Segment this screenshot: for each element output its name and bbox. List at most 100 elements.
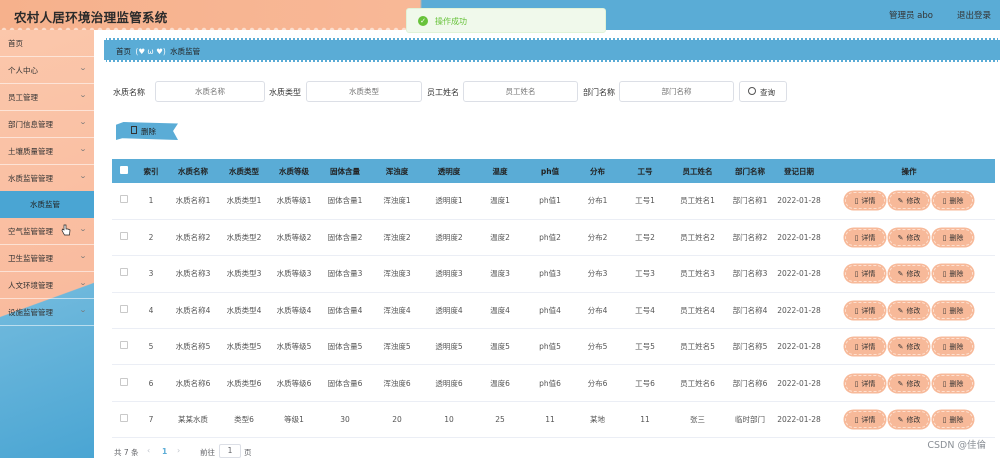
search-button[interactable]: 查询 [739, 81, 787, 102]
table-cell: 浑浊度4 [371, 292, 423, 330]
logout-link[interactable]: 退出登录 [957, 9, 991, 21]
sidebar-item-1[interactable]: 个人中心 ⌄ [0, 57, 94, 84]
edit-button[interactable]: ✎ 修改 [889, 229, 929, 247]
water-type-input[interactable] [306, 81, 422, 102]
table-cell: 温度1 [475, 183, 525, 220]
edit-button[interactable]: ✎ 修改 [889, 338, 929, 356]
detail-button[interactable]: ▯ 详情 [845, 301, 885, 319]
department-input[interactable] [619, 81, 734, 102]
table-cell: 浑浊度5 [371, 328, 423, 366]
table-cell: 2022-01-28 [775, 328, 823, 366]
document-icon: ▯ [854, 234, 859, 243]
detail-button[interactable]: ▯ 详情 [845, 265, 885, 283]
column-header: 透明度 [423, 159, 475, 183]
sidebar-item-6[interactable]: 空气监管管理 ⌄ [0, 218, 94, 245]
delete-button[interactable]: ▯ 删除 [933, 265, 973, 283]
sidebar-item-9[interactable]: 设施监管管理 ⌄ [0, 299, 94, 326]
chevron-down-icon: ⌄ [78, 172, 88, 180]
table-cell: 浑浊度1 [371, 183, 423, 220]
select-all-cell [112, 159, 135, 183]
trash-icon: ▯ [942, 270, 947, 279]
pagination-prev-button[interactable]: ‹ [147, 446, 150, 455]
detail-button[interactable]: ▯ 详情 [845, 374, 885, 392]
table-cell: 水质类型1 [219, 183, 269, 220]
detail-button[interactable]: ▯ 详情 [845, 411, 885, 429]
row-checkbox[interactable] [119, 341, 128, 350]
trash-icon: ▯ [942, 343, 947, 352]
row-select-cell [112, 401, 135, 439]
edit-button[interactable]: ✎ 修改 [889, 192, 929, 210]
table-cell: 水质等级5 [269, 328, 319, 366]
table-cell: 临时部门 [725, 401, 775, 439]
delete-button-label: 删除 [949, 343, 964, 352]
table-cell: 某某水质 [167, 401, 219, 439]
table-cell: 温度2 [475, 219, 525, 257]
table-cell: 11 [525, 401, 575, 439]
table-cell: ph值1 [525, 183, 575, 220]
row-actions: ▯ 详情 ✎ 修改 ▯ 删除 [823, 183, 995, 220]
row-checkbox[interactable] [119, 195, 128, 204]
select-all-checkbox[interactable] [119, 166, 128, 174]
edit-button[interactable]: ✎ 修改 [889, 301, 929, 319]
detail-button-label: 详情 [861, 197, 876, 206]
row-checkbox[interactable] [119, 414, 128, 423]
delete-button[interactable]: ▯ 删除 [933, 338, 973, 356]
breadcrumb-home[interactable]: 首页 [116, 47, 131, 56]
delete-button[interactable]: ▯ 删除 [933, 301, 973, 319]
table-cell: 分布4 [575, 292, 620, 330]
sidebar-item-0[interactable]: 首页 [0, 30, 94, 57]
table-cell: 工号4 [620, 292, 670, 330]
table-cell: 类型6 [219, 401, 269, 439]
sidebar-item-5[interactable]: 水质监管管理 ⌄ [0, 165, 94, 192]
detail-button[interactable]: ▯ 详情 [845, 338, 885, 356]
document-icon: ▯ [854, 343, 859, 352]
pagination-next-button[interactable]: › [177, 446, 180, 455]
row-actions: ▯ 详情 ✎ 修改 ▯ 删除 [823, 219, 995, 257]
delete-button[interactable]: ▯ 删除 [933, 374, 973, 392]
table-cell: 2022-01-28 [775, 219, 823, 257]
table-cell: 固体含量6 [319, 364, 371, 402]
row-select-cell [112, 255, 135, 293]
table-cell: 工号6 [620, 364, 670, 402]
breadcrumb: 首页 (♥ ω ♥) 水质监管 [116, 46, 200, 57]
row-checkbox[interactable] [119, 232, 128, 241]
edit-button[interactable]: ✎ 修改 [889, 374, 929, 392]
table-cell: 温度3 [475, 255, 525, 293]
batch-delete-button[interactable]: 删除 [116, 122, 178, 140]
trash-icon: ▯ [942, 306, 947, 315]
detail-button[interactable]: ▯ 详情 [845, 229, 885, 247]
sidebar-item-label: 个人中心 [8, 66, 38, 75]
sidebar-subitem-water-monitor[interactable]: 水质监管 [0, 191, 94, 218]
pagination-goto-label: 前往 [200, 448, 215, 457]
detail-button[interactable]: ▯ 详情 [845, 192, 885, 210]
sidebar-item-7[interactable]: 卫生监管管理 ⌄ [0, 245, 94, 272]
sidebar-item-8[interactable]: 人文环境管理 ⌄ [0, 272, 94, 299]
sidebar-item-2[interactable]: 员工管理 ⌄ [0, 84, 94, 111]
table-cell: ph值3 [525, 255, 575, 293]
table-cell: 水质等级3 [269, 255, 319, 293]
delete-button[interactable]: ▯ 删除 [933, 229, 973, 247]
edit-button-label: 修改 [906, 343, 921, 352]
row-checkbox[interactable] [119, 304, 128, 313]
table-cell: 水质名称6 [167, 364, 219, 402]
table-cell: 分布6 [575, 364, 620, 402]
edit-button[interactable]: ✎ 修改 [889, 265, 929, 283]
pagination-page-1[interactable]: 1 [162, 447, 167, 456]
pagination-goto-input[interactable]: 1 [219, 444, 241, 458]
table-cell: 工号3 [620, 255, 670, 293]
table-cell: 工号5 [620, 328, 670, 366]
edit-button[interactable]: ✎ 修改 [889, 411, 929, 429]
delete-button[interactable]: ▯ 删除 [933, 411, 973, 429]
sidebar-item-4[interactable]: 土壤质量管理 ⌄ [0, 138, 94, 165]
row-select-cell [112, 219, 135, 257]
table-cell: 水质名称3 [167, 255, 219, 293]
row-checkbox[interactable] [119, 268, 128, 277]
row-checkbox[interactable] [119, 377, 128, 386]
water-name-input[interactable] [155, 81, 265, 102]
batch-delete-label: 删除 [141, 127, 156, 136]
sidebar-item-3[interactable]: 部门信息管理 ⌄ [0, 111, 94, 138]
employee-name-input[interactable] [463, 81, 578, 102]
table-cell: 某地 [575, 401, 620, 439]
delete-button[interactable]: ▯ 删除 [933, 192, 973, 210]
table-cell: 水质名称2 [167, 219, 219, 257]
